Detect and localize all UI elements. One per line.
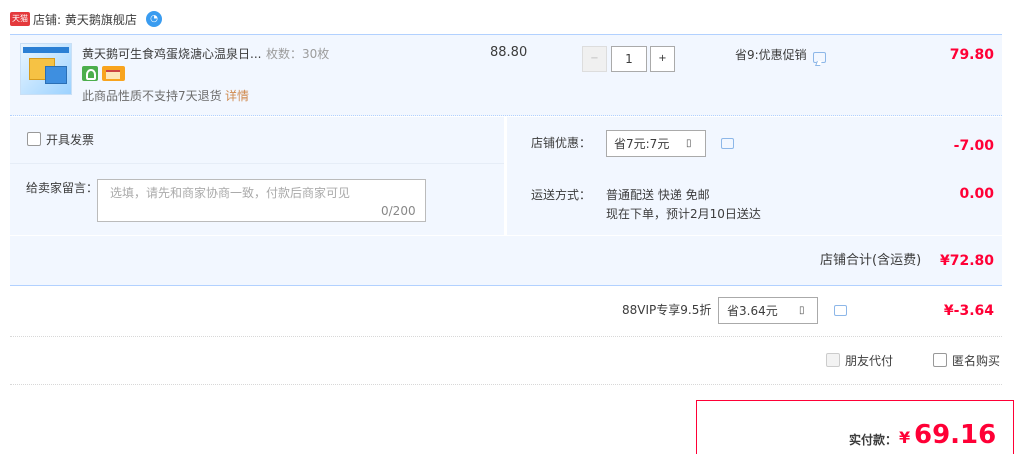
vip-discount-label: 88VIP专享9.5折 [622, 303, 712, 317]
shipping-eta: 现在下单，预计2月10日送达 [606, 207, 761, 221]
product-title-link[interactable]: 黄天鹅可生食鸡蛋烧溏心温泉日... [82, 46, 261, 62]
product-thumbnail[interactable] [20, 43, 72, 95]
shipping-amount: 0.00 [959, 186, 994, 202]
payment-amount: 69.16 [914, 420, 997, 450]
quantity-decrease-button[interactable]: − [582, 46, 607, 72]
vip-discount-amount: ¥-3.64 [943, 303, 994, 319]
seller-message-placeholder: 选填，请先和商家协商一致，付款后商家可见 [110, 186, 351, 200]
anonymous-purchase-checkbox[interactable] [933, 353, 947, 367]
shipping-method: 普通配送 快递 免邮 [606, 188, 710, 202]
service-guarantee-icon[interactable] [82, 66, 98, 81]
seller-message-counter: 0/200 [381, 204, 416, 218]
shop-subtotal-amount: ¥72.80 [939, 253, 994, 269]
quantity-input[interactable]: 1 [611, 46, 647, 72]
quantity-increase-button[interactable]: + [650, 46, 675, 72]
comment-icon[interactable] [721, 138, 734, 149]
invoice-label[interactable]: 开具发票 [46, 132, 94, 148]
detail-link[interactable]: 详情 [225, 88, 249, 104]
shop-discount-amount: -7.00 [953, 138, 994, 154]
wangwang-chat-icon[interactable]: ◔ [146, 11, 162, 27]
item-total-price: 79.80 [949, 47, 994, 63]
comment-icon[interactable] [834, 305, 847, 316]
comment-icon[interactable] [813, 52, 826, 63]
panel-divider [504, 117, 507, 235]
chevron-down-icon[interactable]: ▯ [799, 303, 805, 319]
shipping-label: 运送方式： [531, 188, 592, 202]
item-promotion[interactable]: 省9:优惠促销 [735, 47, 807, 63]
shop-discount-value[interactable]: 省7元:7元 [614, 136, 669, 152]
payment-label: 实付款： [849, 433, 898, 447]
shop-name[interactable]: 店铺: 黄天鹅旗舰店 [33, 12, 137, 28]
unit-price: 88.80 [490, 45, 528, 60]
no-return-notice: 此商品性质不支持7天退货 [82, 89, 222, 103]
chevron-down-icon[interactable]: ▯ [686, 136, 692, 152]
shop-subtotal-label: 店铺合计(含运费) [820, 253, 922, 268]
vip-discount-value[interactable]: 省3.64元 [727, 303, 778, 319]
product-sku: 枚数：30枚 [266, 47, 330, 61]
anonymous-purchase-label[interactable]: 匿名购买 [952, 353, 1000, 369]
seller-message-label: 给卖家留言： [26, 181, 99, 195]
invoice-checkbox[interactable] [27, 132, 41, 146]
friend-pay-checkbox[interactable] [826, 353, 840, 367]
payment-currency: ¥ [899, 428, 911, 447]
shop-discount-label: 店铺优惠： [531, 136, 592, 150]
tmall-badge: 天猫 [10, 12, 30, 26]
divider [10, 384, 1002, 385]
credit-card-icon[interactable] [102, 66, 125, 81]
friend-pay-label[interactable]: 朋友代付 [845, 353, 893, 369]
divider [10, 336, 1002, 337]
